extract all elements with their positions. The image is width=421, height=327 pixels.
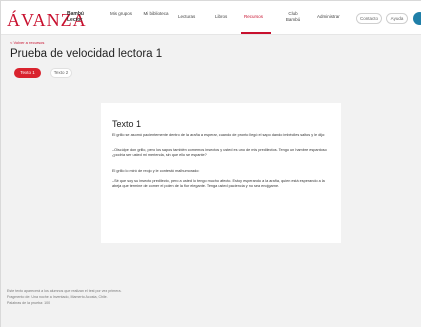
text-paragraph: El grillo lo miró de reojo y le contestó… — [112, 169, 200, 173]
logo-subtitle: Bambú Lector — [67, 11, 84, 23]
reading-text-card: Texto 1 El grillo se asomó pacientemente… — [101, 103, 341, 243]
text-paragraph: El grillo se asomó pacientemente dentro … — [112, 133, 326, 137]
text-title: Texto 1 — [112, 119, 142, 129]
app-frame: ÁVANZA Bambú Lector Mis grupos Mi biblio… — [0, 0, 421, 327]
nav-item-administrar[interactable]: Administrar — [317, 14, 340, 20]
footer-notes: Este texto aparecerá a los alumnos que r… — [7, 288, 121, 306]
tab-texto-1[interactable]: Texto 1 — [14, 68, 41, 78]
footer-note: Palabras de la prueba: 100 — [7, 301, 51, 305]
nav-item-mis-grupos[interactable]: Mis grupos — [107, 11, 135, 17]
page-title: Prueba de velocidad lectora 1 — [10, 48, 163, 60]
text-paragraph: –Sé que soy su insecto predilecto, pero … — [112, 179, 325, 189]
contact-button[interactable]: Contacto — [356, 13, 382, 24]
nav-item-mi-biblioteca[interactable]: Mi biblioteca — [141, 11, 171, 17]
active-nav-indicator — [241, 32, 271, 34]
nav-item-lecturas[interactable]: Lecturas — [178, 14, 195, 20]
nav-item-recursos[interactable]: Recursos — [244, 14, 263, 20]
tab-texto-2[interactable]: Texto 2 — [50, 68, 72, 78]
top-navigation-bar: ÁVANZA Bambú Lector Mis grupos Mi biblio… — [1, 1, 421, 35]
nav-item-club-bambu[interactable]: Club Bambú — [281, 11, 305, 22]
help-button[interactable]: Ayuda — [386, 13, 408, 24]
user-avatar[interactable] — [413, 12, 421, 25]
back-to-resources-link[interactable]: < Volver a recursos — [10, 40, 44, 45]
text-paragraph: –Oiscúlpe don grillo, pero los sapos tam… — [112, 148, 327, 158]
nav-item-libros[interactable]: Libros — [215, 14, 227, 20]
